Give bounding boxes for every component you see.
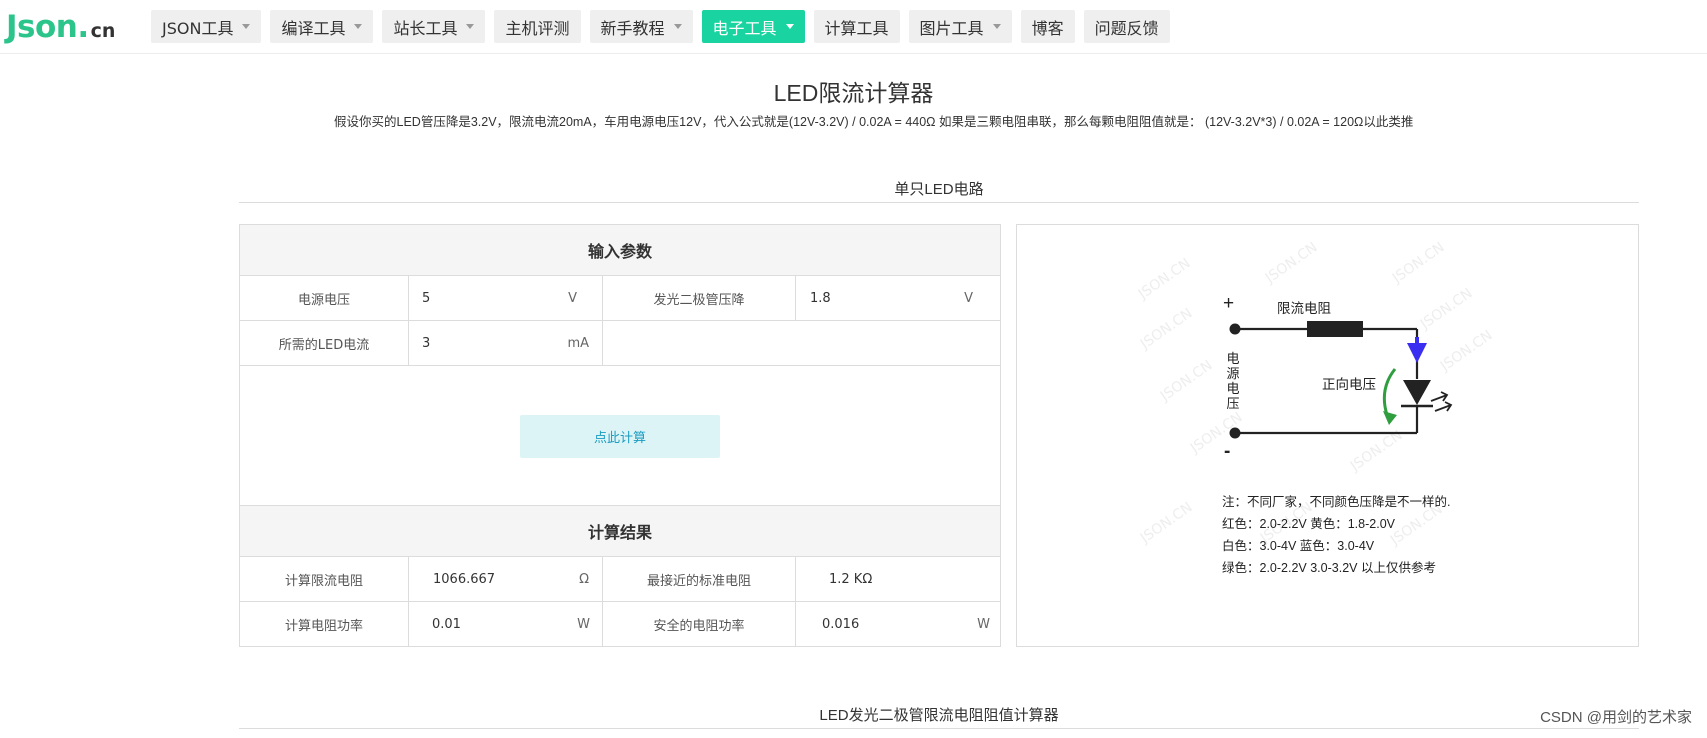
resistance-output: 1066.667 Ω — [409, 557, 602, 601]
vertical-char: 源 — [1226, 366, 1240, 381]
negative-terminal — [1229, 427, 1241, 439]
led-current-input[interactable]: 3 mA — [409, 321, 602, 365]
result-row-2: 计算电阻功率 0.01 W 安全的电阻功率 0.016 W — [240, 602, 1000, 647]
nav-blog[interactable]: 博客 — [1020, 10, 1075, 43]
led-current-label: 所需的LED电流 — [278, 337, 370, 353]
nav-label: 博客 — [1031, 18, 1064, 38]
nearest-resistor-label: 最接近的标准电阻 — [646, 573, 751, 589]
nav-json-tools[interactable]: JSON工具 — [151, 10, 262, 43]
led-drop-value: 1.8 — [810, 290, 831, 306]
nav-feedback[interactable]: 问题反馈 — [1083, 10, 1170, 43]
supply-voltage-label: 电源电压 — [297, 292, 350, 308]
forward-voltage-arrow-green — [1382, 368, 1397, 425]
current-arrow-blue — [1407, 337, 1427, 363]
nav-label: 图片工具 — [919, 18, 984, 38]
plus-label: + — [1223, 293, 1235, 314]
logo-tld: cn — [90, 20, 116, 42]
resistance-label: 计算限流电阻 — [284, 573, 363, 589]
power-output: 0.01 W — [409, 602, 602, 646]
nearest-resistor-output: 1.2 KΩ — [796, 557, 1000, 601]
input-row-2: 所需的LED电流 3 mA — [240, 321, 1000, 366]
vertical-char: 电 — [1226, 381, 1240, 396]
vertical-char: 电 — [1226, 351, 1240, 366]
led-symbol — [1401, 380, 1433, 408]
nav-webmaster-tools[interactable]: 站长工具 — [382, 10, 486, 43]
logo-text: Json. — [6, 9, 89, 45]
site-logo[interactable]: Json. cn — [6, 9, 115, 45]
nav-label: 问题反馈 — [1094, 18, 1159, 38]
nav-label: 计算工具 — [824, 18, 889, 38]
vertical-char: 压 — [1226, 396, 1240, 411]
result-row-1: 计算限流电阻 1066.667 Ω 最接近的标准电阻 1.2 KΩ — [240, 557, 1000, 602]
note-line: 红色：2.0-2.2V 黄色：1.8-2.0V — [1222, 517, 1395, 531]
main-nav: JSON工具 编译工具 站长工具 主机评测 新手教程 电子工具 计算工具 图片工… — [151, 10, 1170, 43]
nav-label: 主机评测 — [505, 18, 570, 38]
top-navbar: Json. cn JSON工具 编译工具 站长工具 主机评测 新手教程 电子工具… — [0, 0, 1707, 54]
input-params-header: 输入参数 — [240, 225, 1000, 276]
section-divider — [239, 202, 1639, 203]
chevron-down-icon — [466, 24, 475, 29]
section-title-led-calculator: LED发光二极管限流电阻阻值计算器 — [819, 707, 1059, 724]
results-header: 计算结果 — [240, 506, 1000, 557]
supply-voltage-input[interactable]: 5 V — [409, 276, 602, 320]
nav-label: 编译工具 — [281, 18, 346, 38]
chevron-down-icon — [785, 24, 794, 29]
nav-label: 电子工具 — [712, 18, 777, 38]
led-current-unit: mA — [567, 335, 589, 351]
section-title-single-led: 单只LED电路 — [894, 181, 984, 198]
nav-label: JSON工具 — [162, 18, 234, 38]
nav-compile-tools[interactable]: 编译工具 — [270, 10, 374, 43]
resistance-value: 1066.667 — [433, 571, 496, 587]
forward-voltage-label: 正向电压 — [1322, 377, 1376, 392]
led-drop-label: 发光二极管压降 — [653, 292, 745, 308]
button-area: 点此计算 — [240, 367, 1000, 506]
circuit-diagram-panel: JSON.CN JSON.CN JSON.CN JSON.CN JSON.CN … — [1016, 224, 1639, 647]
nav-label: 站长工具 — [393, 18, 458, 38]
chevron-down-icon — [992, 24, 1001, 29]
safe-power-label: 安全的电阻功率 — [653, 618, 745, 634]
positive-terminal — [1229, 323, 1241, 335]
nearest-resistor-value: 1.2 KΩ — [829, 571, 873, 587]
circuit-schematic — [1229, 321, 1453, 439]
resistance-unit: Ω — [579, 571, 589, 587]
power-unit: W — [577, 616, 590, 632]
safe-power-value: 0.016 — [822, 616, 860, 632]
chevron-down-icon — [673, 24, 682, 29]
supply-voltage-unit: V — [568, 290, 577, 306]
calculate-button[interactable]: 点此计算 — [520, 415, 720, 458]
section-divider — [239, 728, 1639, 729]
page-title: LED限流计算器 — [773, 80, 934, 106]
input-row-1: 电源电压 5 V 发光二极管压降 1.8 V — [240, 276, 1000, 321]
note-line: 绿色：2.0-2.2V 3.0-3.2V 以上仅供参考 — [1222, 561, 1436, 575]
minus-label: - — [1224, 441, 1231, 462]
chevron-down-icon — [354, 24, 363, 29]
page-subtitle: 假设你买的LED管压降是3.2V，限流电流20mA，车用电源电压12V，代入公式… — [334, 115, 1414, 129]
supply-voltage-vertical-label: 电 源 电 压 — [1226, 351, 1240, 411]
cell-divider — [602, 321, 603, 365]
nav-host-reviews[interactable]: 主机评测 — [494, 10, 581, 43]
led-drop-unit: V — [964, 290, 973, 306]
nav-calc-tools[interactable]: 计算工具 — [813, 10, 900, 43]
safe-power-output: 0.016 W — [796, 602, 1000, 646]
calculator-panel: 输入参数 电源电压 5 V 发光二极管压降 1.8 V 所需的LED电流 3 m… — [239, 224, 1001, 647]
note-line: 注：不同厂家，不同颜色压降是不一样的. — [1222, 495, 1451, 509]
note-line: 白色：3.0-4V 蓝色：3.0-4V — [1222, 539, 1375, 553]
nav-tutorials[interactable]: 新手教程 — [589, 10, 693, 43]
led-drop-input[interactable]: 1.8 V — [796, 276, 1000, 320]
light-emission-arrows — [1430, 391, 1453, 412]
power-label: 计算电阻功率 — [284, 618, 363, 634]
resistor-symbol — [1307, 321, 1363, 337]
supply-voltage-value: 5 — [422, 290, 431, 306]
nav-image-tools[interactable]: 图片工具 — [908, 10, 1012, 43]
power-value: 0.01 — [432, 616, 461, 632]
led-current-value: 3 — [422, 335, 431, 351]
safe-power-unit: W — [977, 616, 990, 632]
csdn-watermark: CSDN @用剑的艺术家 — [1540, 709, 1692, 726]
resistor-label: 限流电阻 — [1277, 301, 1331, 316]
nav-label: 新手教程 — [600, 18, 665, 38]
chevron-down-icon — [242, 24, 251, 29]
nav-electronic-tools[interactable]: 电子工具 — [701, 10, 805, 43]
